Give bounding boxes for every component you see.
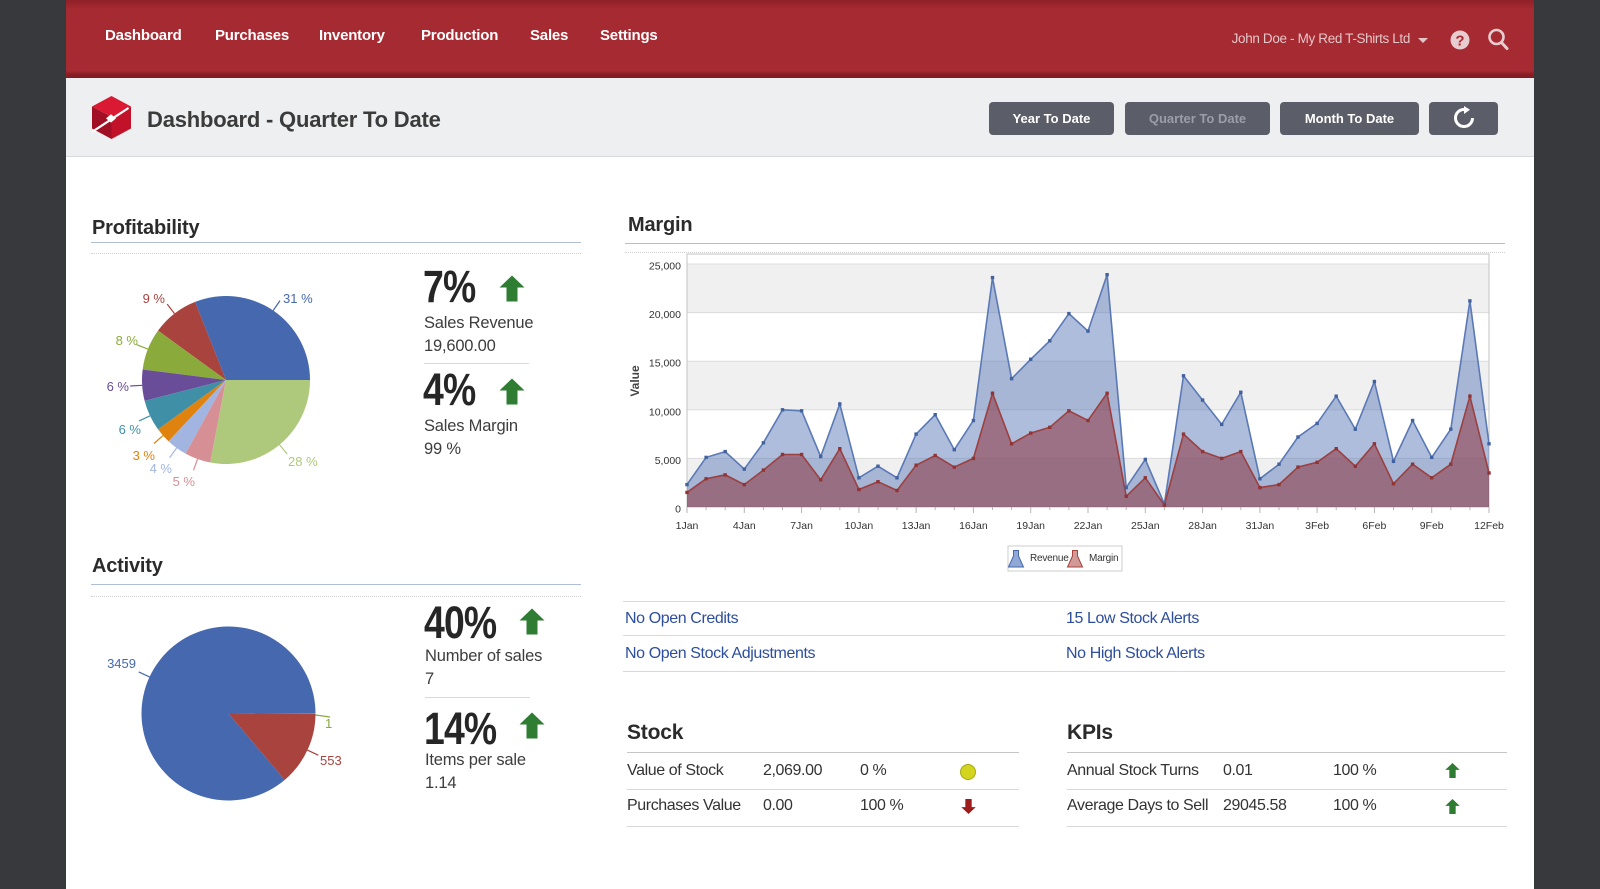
svg-text:13Jan: 13Jan (902, 520, 931, 532)
svg-text:31Jan: 31Jan (1246, 520, 1275, 532)
svg-text:4Jan: 4Jan (733, 520, 756, 532)
svg-text:20,000: 20,000 (649, 309, 681, 321)
svg-text:9 %: 9 % (143, 291, 166, 306)
svg-text:12Feb: 12Feb (1474, 520, 1504, 532)
svg-text:15,000: 15,000 (649, 358, 681, 370)
svg-text:16Jan: 16Jan (959, 520, 988, 532)
svg-text:25Jan: 25Jan (1131, 520, 1160, 532)
svg-text:?: ? (1455, 33, 1464, 50)
svg-text:3Feb: 3Feb (1305, 520, 1329, 532)
svg-text:6Feb: 6Feb (1362, 520, 1386, 532)
svg-text:25,000: 25,000 (649, 261, 681, 273)
svg-text:10,000: 10,000 (649, 406, 681, 418)
svg-text:22Jan: 22Jan (1074, 520, 1103, 532)
svg-text:8 %: 8 % (116, 333, 139, 348)
svg-text:1: 1 (325, 716, 332, 731)
svg-text:5 %: 5 % (173, 474, 196, 489)
svg-text:3459: 3459 (107, 656, 136, 671)
svg-text:1Jan: 1Jan (676, 520, 699, 532)
svg-text:5,000: 5,000 (655, 455, 681, 467)
svg-text:28Jan: 28Jan (1188, 520, 1217, 532)
svg-text:4 %: 4 % (150, 461, 173, 476)
svg-text:6 %: 6 % (119, 422, 142, 437)
svg-text:Margin: Margin (1089, 553, 1118, 564)
svg-text:9Feb: 9Feb (1420, 520, 1444, 532)
svg-text:31 %: 31 % (283, 291, 313, 306)
svg-text:28 %: 28 % (288, 454, 318, 469)
svg-text:6 %: 6 % (107, 379, 130, 394)
svg-text:19Jan: 19Jan (1016, 520, 1045, 532)
svg-text:0: 0 (675, 504, 681, 516)
svg-text:7Jan: 7Jan (790, 520, 813, 532)
svg-text:Revenue: Revenue (1030, 553, 1069, 564)
svg-text:553: 553 (320, 753, 342, 768)
svg-text:10Jan: 10Jan (845, 520, 874, 532)
svg-text:Value: Value (628, 365, 642, 397)
